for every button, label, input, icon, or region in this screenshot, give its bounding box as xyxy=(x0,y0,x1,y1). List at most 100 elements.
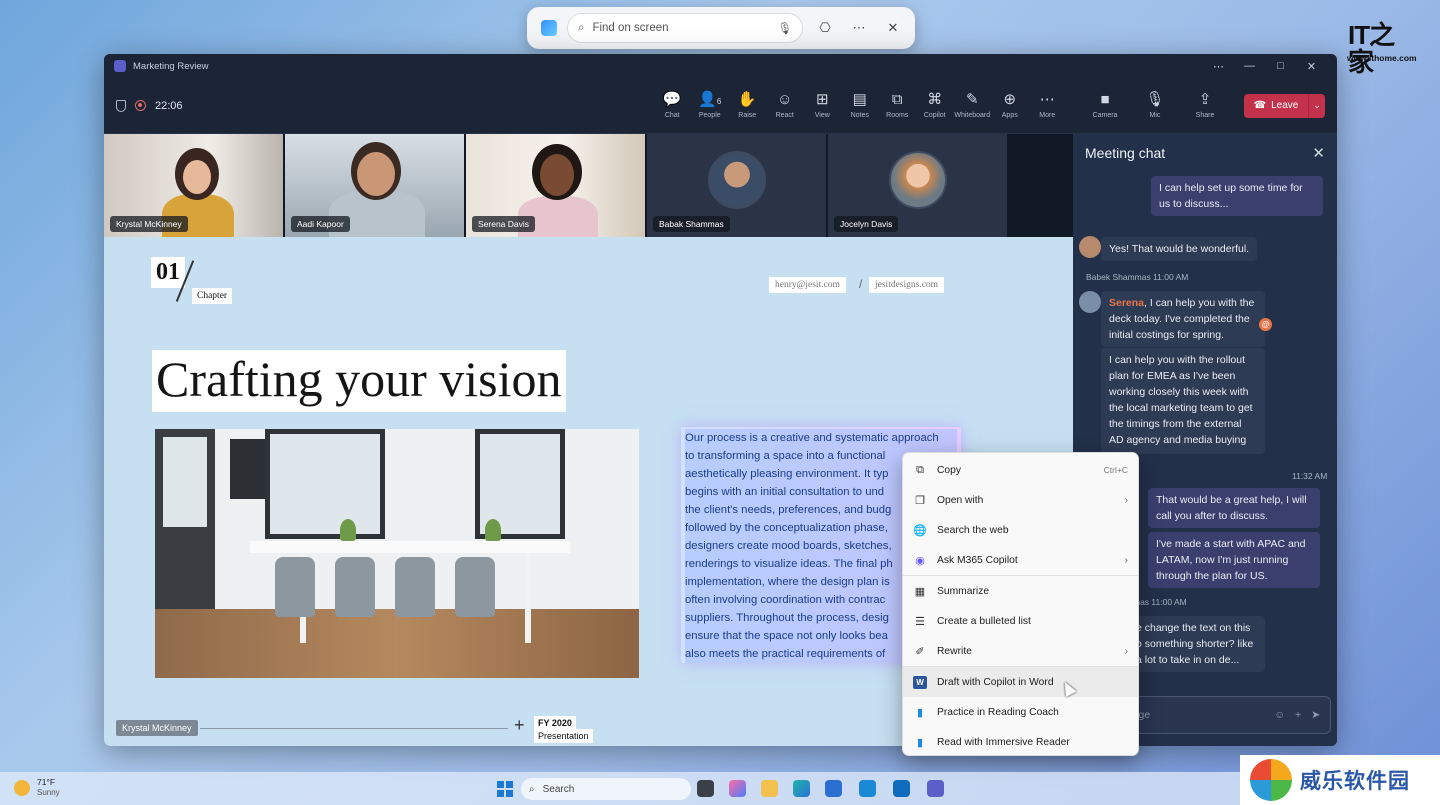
share-button[interactable]: ⇪ Share xyxy=(1180,92,1230,120)
visual-search-icon[interactable]: ⎔ xyxy=(813,20,837,36)
outlook-icon[interactable] xyxy=(893,780,910,797)
mic-icon[interactable]: 🎙 xyxy=(777,21,792,35)
copilot-button[interactable]: ⌘ Copilot xyxy=(916,91,954,120)
menu-item-reading-coach[interactable]: ▮ Practice in Reading Coach xyxy=(903,697,1138,727)
raise-button[interactable]: ✋ Raise xyxy=(729,91,767,120)
task-view-icon[interactable] xyxy=(697,780,714,797)
apps-icon: ⊕ xyxy=(1003,91,1017,108)
camera-icon: ■ xyxy=(1100,91,1110,108)
menu-item-ask-copilot[interactable]: ◉ Ask M365 Copilot › xyxy=(903,545,1138,575)
office-photo xyxy=(155,429,639,678)
divider: / xyxy=(859,277,863,291)
more-options-icon[interactable]: ⋯ xyxy=(847,20,871,36)
mic-button[interactable]: 🎙 Mic xyxy=(1130,91,1180,120)
emoji-icon[interactable]: ☺ xyxy=(1274,709,1285,721)
menu-item-summarize[interactable]: ▦ Summarize xyxy=(903,576,1138,606)
file-explorer-icon[interactable] xyxy=(761,780,778,797)
participant-tile[interactable]: Jocelyn Davis xyxy=(828,134,1007,237)
view-button[interactable]: ⊞ View xyxy=(804,91,842,120)
people-icon: 👤6 xyxy=(698,92,721,108)
react-button[interactable]: ☺ React xyxy=(766,92,804,120)
find-search-input[interactable]: ⌕ Find on screen 🎙 xyxy=(567,13,803,43)
rooms-button[interactable]: ⧉ Rooms xyxy=(879,92,917,120)
weather-temp: 71°F xyxy=(37,777,56,787)
more-button[interactable]: ⋯ More xyxy=(1029,92,1067,120)
camera-button[interactable]: ■ Camera xyxy=(1080,91,1130,120)
chapter-label: Chapter xyxy=(192,288,233,304)
plus-icon[interactable]: + xyxy=(1295,709,1301,721)
close-chat-icon[interactable]: ✕ xyxy=(1312,144,1325,162)
phone-icon: ☎ xyxy=(1253,100,1267,111)
teams-meeting-window: Marketing Review ⋯ — □ ✕ 22:06 💬 Chat 👤6 P… xyxy=(104,54,1337,746)
chat-message: e change the text on this o something sh… xyxy=(1128,616,1265,672)
app-icon[interactable] xyxy=(859,780,876,797)
app-icon xyxy=(541,20,557,36)
view-icon: ⊞ xyxy=(815,91,829,108)
apps-label: Apps xyxy=(1001,112,1018,119)
weather-widget[interactable]: 71°F Sunny xyxy=(14,777,60,798)
draft-word-label: Draft with Copilot in Word xyxy=(937,676,1054,688)
chat-message: That would be a great help, I will call … xyxy=(1148,488,1320,528)
raise-hand-icon: ✋ xyxy=(737,91,757,108)
mention[interactable]: Serena xyxy=(1109,297,1144,309)
leave-button[interactable]: ☎ Leave ⌄ xyxy=(1244,93,1325,118)
mic-icon: 🎙 xyxy=(1145,91,1165,108)
participant-name: Babak Shammas xyxy=(653,216,730,232)
participant-name: Serena Davis xyxy=(472,216,536,232)
whiteboard-label: Whiteboard xyxy=(954,112,991,119)
close-icon[interactable]: ✕ xyxy=(881,20,905,36)
search-icon: ⌕ xyxy=(578,21,585,34)
copilot-label: Copilot xyxy=(923,112,946,119)
participant-tile[interactable]: Babak Shammas xyxy=(647,134,826,237)
maximize-button[interactable]: □ xyxy=(1265,60,1296,72)
slide-title: Crafting your vision xyxy=(152,350,566,412)
copilot-icon: ⌘ xyxy=(927,91,943,108)
search-icon: ⌕ xyxy=(529,783,535,795)
taskbar-search[interactable]: ⌕ Search xyxy=(521,778,691,800)
menu-item-copy[interactable]: ⧉ Copy Ctrl+C xyxy=(903,455,1138,485)
menu-item-rewrite[interactable]: ✐ Rewrite › xyxy=(903,636,1138,666)
minimize-button[interactable]: — xyxy=(1234,60,1265,72)
people-label: People xyxy=(698,112,721,119)
chat-meta: 11:32 AM xyxy=(1292,471,1328,481)
menu-item-open-with[interactable]: ❐ Open with › xyxy=(903,485,1138,515)
more-label: More xyxy=(1039,112,1056,119)
meeting-timer: 22:06 xyxy=(155,99,183,112)
share-label: Share xyxy=(1195,112,1215,119)
edge-icon[interactable] xyxy=(793,780,810,797)
close-window-button[interactable]: ✕ xyxy=(1296,60,1327,73)
whiteboard-button[interactable]: ✎ Whiteboard xyxy=(954,92,992,120)
teams-taskbar-icon[interactable] xyxy=(927,780,944,797)
menu-item-immersive-reader[interactable]: ▮ Read with Immersive Reader xyxy=(903,727,1138,757)
reading-coach-icon: ▮ xyxy=(916,706,924,719)
participant-tile[interactable]: Serena Davis xyxy=(466,134,645,237)
word-icon: W xyxy=(913,675,927,689)
people-button[interactable]: 👤6 People xyxy=(691,92,729,120)
store-icon[interactable] xyxy=(825,780,842,797)
menu-item-draft-word[interactable]: W Draft with Copilot in Word xyxy=(903,667,1138,697)
participant-tile[interactable]: Krystal McKinney xyxy=(104,134,283,237)
m365-copilot-icon: ◉ xyxy=(915,554,925,567)
reading-coach-label: Practice in Reading Coach xyxy=(937,706,1059,718)
notes-button[interactable]: ▤ Notes xyxy=(841,92,879,120)
bulleted-list-label: Create a bulleted list xyxy=(937,615,1031,627)
copilot-taskbar-icon[interactable] xyxy=(729,780,746,797)
apps-button[interactable]: ⊕ Apps xyxy=(991,91,1029,120)
participant-name: Aadi Kapoor xyxy=(291,216,350,232)
menu-item-search-web[interactable]: 🌐 Search the web xyxy=(903,515,1138,545)
participant-name: Jocelyn Davis xyxy=(834,216,899,232)
fy-sub-label: Presentation xyxy=(534,729,593,743)
chat-text: , I can help you with the xyxy=(1144,297,1255,309)
participant-tile[interactable]: Aadi Kapoor xyxy=(285,134,464,237)
start-button[interactable] xyxy=(497,781,513,797)
chevron-down-icon[interactable]: ⌄ xyxy=(1309,100,1325,111)
window-more-button[interactable]: ⋯ xyxy=(1203,60,1234,73)
chat-button[interactable]: 💬 Chat xyxy=(654,92,692,120)
window-title: Marketing Review xyxy=(133,60,209,72)
react-label: React xyxy=(775,112,794,119)
menu-item-bulleted-list[interactable]: ☰ Create a bulleted list xyxy=(903,606,1138,636)
site-watermark-text: 威乐软件园 xyxy=(1300,768,1410,793)
chat-title: Meeting chat xyxy=(1085,145,1166,161)
send-icon[interactable]: ➤ xyxy=(1311,709,1320,721)
presenter-badge: Krystal McKinney xyxy=(116,720,198,736)
